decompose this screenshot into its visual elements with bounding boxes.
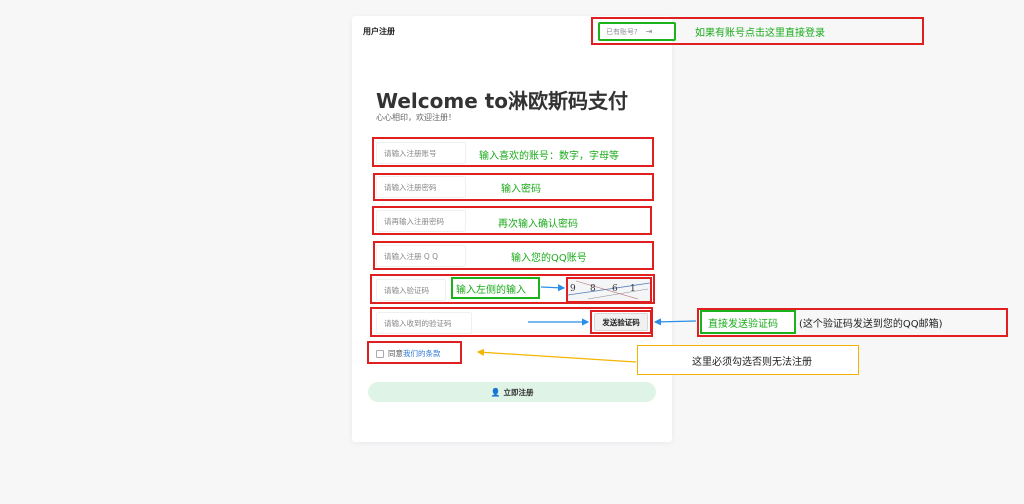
stage: 用户注册 已有账号? ⇥ 如果有账号点击这里直接登录 Welcome to淋欧斯… (0, 0, 1024, 504)
register-button[interactable]: 👤 立即注册 (368, 382, 656, 402)
confirm-password-input[interactable]: 请再输入注册密码 (376, 210, 466, 232)
card-title: 用户注册 (363, 27, 395, 36)
terms-link[interactable]: 我们的条款 (403, 348, 441, 359)
captcha-annotation: 输入左侧的输入 (456, 285, 526, 296)
agree-row: 同意 我们的条款 (376, 348, 441, 359)
account-input[interactable]: 请输入注册账号 (376, 142, 466, 164)
agree-prefix: 同意 (388, 349, 403, 358)
agree-annotation: 这里必须勾选否则无法注册 (692, 357, 812, 368)
password-annotation: 输入密码 (501, 184, 541, 195)
captcha-noise (568, 280, 650, 300)
send-annotation: 直接发送验证码 (708, 319, 778, 330)
qq-annotation: 输入您的QQ账号 (511, 253, 587, 264)
register-label: 立即注册 (503, 387, 534, 397)
send-annotation-note: (这个验证码发送到您的QQ邮箱) (799, 319, 943, 330)
password-input[interactable]: 请输入注册密码 (376, 176, 466, 198)
account-annotation: 输入喜欢的账号：数字，字母等 (479, 151, 619, 162)
received-code-input[interactable]: 请输入收到的验证码 (376, 312, 472, 334)
captcha-digit: 6 (612, 284, 618, 294)
user-plus-icon: 👤 (490, 387, 501, 397)
confirm-annotation: 再次输入确认密码 (498, 219, 578, 230)
login-annotation: 如果有账号点击这里直接登录 (695, 28, 825, 39)
page-title: Welcome to淋欧斯码支付 (376, 89, 629, 113)
captcha-input[interactable]: 请输入验证码 (376, 279, 446, 301)
qq-input[interactable]: 请输入注册 Q Q (376, 245, 466, 267)
agree-checkbox[interactable] (376, 349, 384, 358)
login-link[interactable]: 已有账号? ⇥ (598, 22, 676, 41)
captcha-digit: 1 (630, 284, 636, 294)
captcha-digit: 9 (570, 284, 576, 294)
captcha-digit: 8 (590, 284, 596, 294)
page-subtitle: 心心相印，欢迎注册！ (376, 113, 456, 122)
sign-in-icon: ⇥ (645, 27, 653, 36)
login-link-label: 已有账号? (606, 27, 638, 36)
send-code-button[interactable]: 发送验证码 (594, 313, 648, 331)
captcha-image[interactable]: 9 8 6 1 (568, 279, 650, 301)
